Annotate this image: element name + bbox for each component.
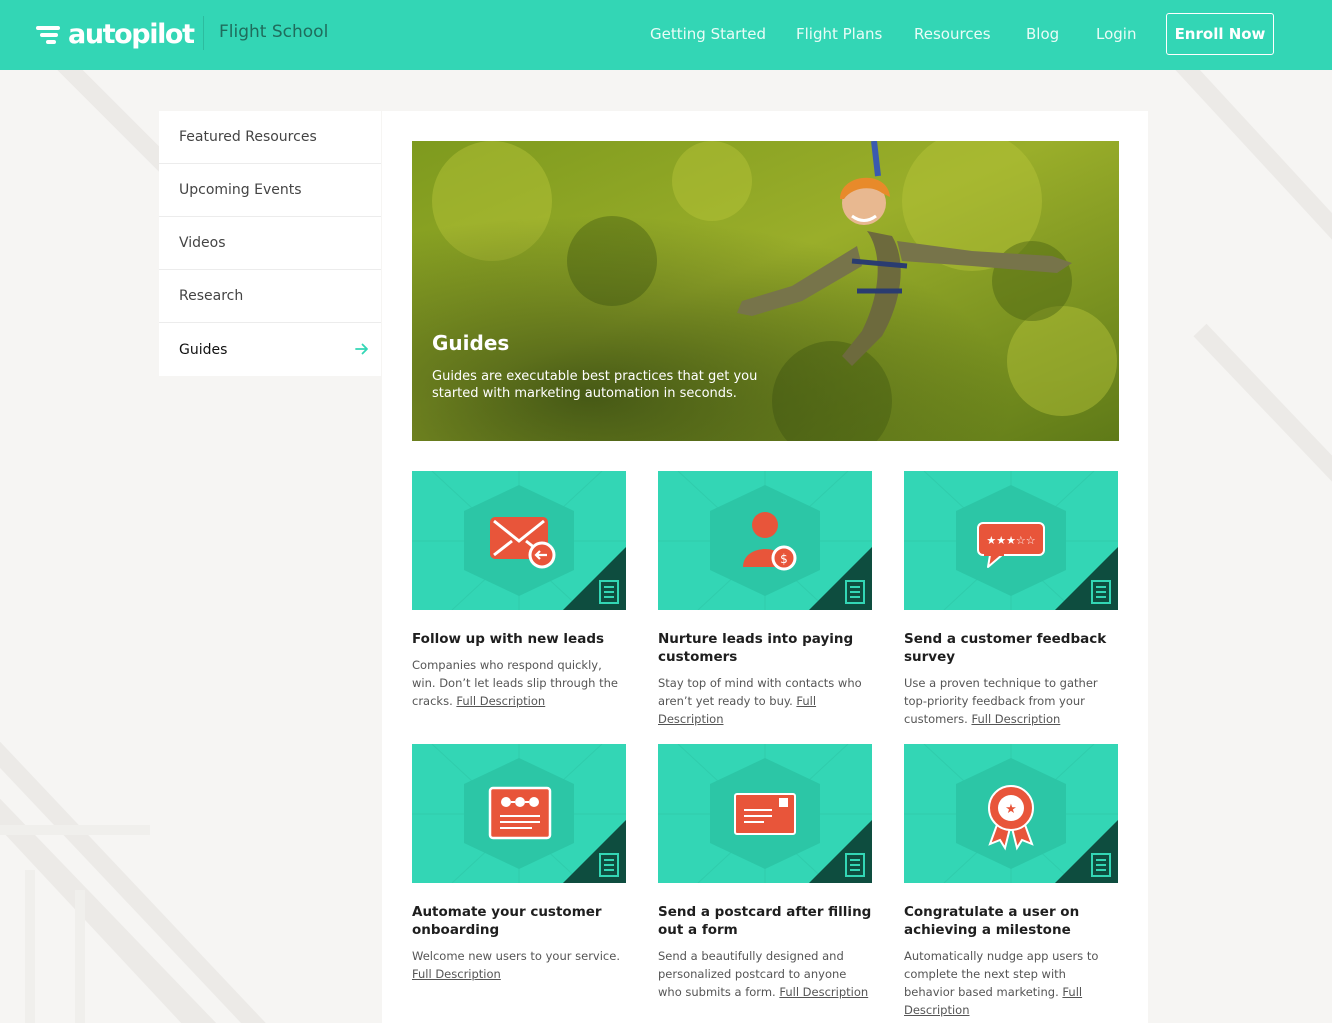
nav-login[interactable]: Login [1096, 25, 1136, 43]
nav-flight-plans[interactable]: Flight Plans [796, 25, 882, 43]
guide-description: Stay top of mind with contacts who aren’… [658, 674, 872, 728]
product-name[interactable]: Flight School [219, 22, 328, 42]
guide-description-text: Welcome new users to your service. [412, 949, 620, 963]
guide-title[interactable]: Follow up with new leads [412, 630, 626, 648]
guide-title[interactable]: Nurture leads into paying customers [658, 630, 872, 666]
hero-title: Guides [432, 331, 510, 355]
full-description-link[interactable]: Full Description [456, 694, 545, 708]
full-description-link[interactable]: Full Description [412, 967, 501, 981]
guide-thumbnail[interactable] [412, 471, 626, 610]
guide-card: Follow up with new leads Companies who r… [412, 471, 626, 710]
logo-wing-icon [36, 24, 64, 44]
onboarding-steps-icon [488, 786, 552, 840]
sidebar-item-label: Featured Resources [179, 129, 317, 145]
autopilot-logo[interactable]: autopilot [36, 16, 195, 52]
sidebar-item-videos[interactable]: Videos [159, 217, 381, 270]
resources-sidebar: Featured Resources Upcoming Events Video… [159, 111, 381, 376]
guide-card: ★ Congratulate a user on achieving a mil… [904, 744, 1118, 1019]
top-navigation-bar: autopilot Flight School Getting Started … [0, 0, 1332, 70]
guide-title[interactable]: Send a customer feedback survey [904, 630, 1118, 666]
enroll-now-button[interactable]: Enroll Now [1166, 13, 1274, 55]
guide-title[interactable]: Send a postcard after filling out a form [658, 903, 872, 939]
guide-description-text: Stay top of mind with contacts who aren’… [658, 676, 862, 708]
guide-thumbnail[interactable]: ★ [904, 744, 1118, 883]
full-description-link[interactable]: Full Description [971, 712, 1060, 726]
sidebar-item-label: Research [179, 288, 244, 304]
guide-thumbnail[interactable]: $ [658, 471, 872, 610]
hero-description: Guides are executable best practices tha… [432, 369, 758, 401]
guide-description: Companies who respond quickly, win. Don’… [412, 656, 626, 710]
guide-title[interactable]: Congratulate a user on achieving a miles… [904, 903, 1118, 939]
hero-banner: Guides Guides are executable best practi… [412, 141, 1119, 441]
guide-card: ★★★☆☆ Send a customer feedback survey Us… [904, 471, 1118, 728]
guide-thumb-art [658, 744, 872, 883]
svg-text:★★★☆☆: ★★★☆☆ [986, 534, 1035, 547]
sidebar-item-label: Guides [179, 341, 228, 358]
main-content: Guides Guides are executable best practi… [382, 111, 1148, 1023]
sidebar-item-label: Upcoming Events [179, 182, 302, 198]
guide-card: Automate your customer onboarding Welcom… [412, 744, 626, 983]
nav-blog[interactable]: Blog [1026, 25, 1059, 43]
svg-text:$: $ [780, 552, 788, 566]
nav-getting-started[interactable]: Getting Started [650, 25, 766, 43]
guide-thumbnail[interactable] [412, 744, 626, 883]
guide-card: $ Nurture leads into paying customers St… [658, 471, 872, 728]
logo-divider [203, 16, 204, 50]
sidebar-item-featured-resources[interactable]: Featured Resources [159, 111, 381, 164]
guide-title[interactable]: Automate your customer onboarding [412, 903, 626, 939]
sidebar-item-guides[interactable]: Guides [159, 323, 381, 376]
guide-thumb-art: $ [658, 471, 872, 610]
nav-resources[interactable]: Resources [914, 25, 991, 43]
guide-description: Send a beautifully designed and personal… [658, 947, 872, 1001]
guide-thumbnail[interactable]: ★★★☆☆ [904, 471, 1118, 610]
guide-card: Send a postcard after filling out a form… [658, 744, 872, 1001]
full-description-link[interactable]: Full Description [779, 985, 868, 999]
arrow-right-icon [355, 343, 368, 355]
sidebar-item-label: Videos [179, 235, 226, 251]
postcard-icon [734, 793, 796, 835]
guide-description: Welcome new users to your service. Full … [412, 947, 626, 983]
guide-thumb-art: ★ [904, 744, 1118, 883]
guide-description: Automatically nudge app users to complet… [904, 947, 1118, 1019]
svg-text:★: ★ [1005, 802, 1017, 817]
guide-thumbnail[interactable] [658, 744, 872, 883]
sidebar-item-upcoming-events[interactable]: Upcoming Events [159, 164, 381, 217]
guide-thumb-art: ★★★☆☆ [904, 471, 1118, 610]
logo-text: autopilot [68, 18, 195, 50]
guide-thumb-art [412, 471, 626, 610]
sidebar-item-research[interactable]: Research [159, 270, 381, 323]
guide-thumb-art [412, 744, 626, 883]
guide-description: Use a proven technique to gather top-pri… [904, 674, 1118, 728]
